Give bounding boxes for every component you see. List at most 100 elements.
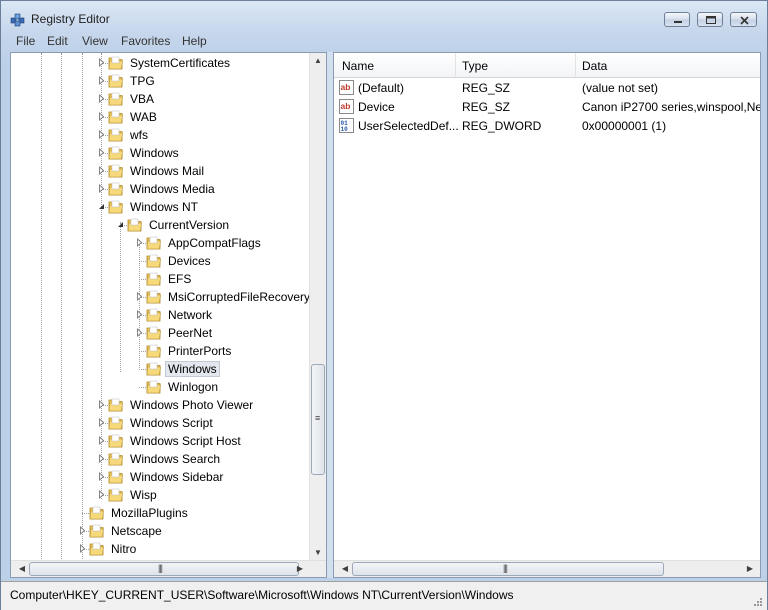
menu-file[interactable]: File [16,34,35,48]
tree-item[interactable]: Windows Photo Viewer [11,396,311,414]
tree-item-label: Netscape [111,524,162,538]
list-horizontal-scroll-thumb[interactable]: ||| [352,562,664,576]
column-header-name[interactable]: Name [342,59,374,73]
tree-item-label: Windows Mail [130,164,205,178]
value-row[interactable]: ab Device REG_SZ Canon iP2700 series,win… [334,97,760,116]
tree-item[interactable]: Wisp [11,486,311,504]
column-header-data[interactable]: Data [582,59,607,73]
folder-icon [146,272,161,286]
tree-item[interactable]: Windows Script [11,414,311,432]
menu-help[interactable]: Help [182,34,207,48]
list-horizontal-scrollbar[interactable]: ◀ ||| ▶ [334,560,760,577]
tree-item[interactable]: PrinterPorts [11,342,311,360]
tree-item[interactable]: EFS [11,270,311,288]
svg-text:ab: ab [341,82,351,92]
collapsed-arrow-icon[interactable] [97,58,106,67]
tree-item-label: Winlogon [168,380,219,394]
value-row[interactable]: 01 10 UserSelectedDef... REG_DWORD 0x000… [334,116,760,135]
tree-vertical-scrollbar[interactable]: ▲ ≡ ▼ [309,53,326,562]
tree-item[interactable]: Windows Mail [11,162,311,180]
collapsed-arrow-icon[interactable] [135,238,144,247]
tree-connector-line [139,261,146,262]
scroll-left-arrow-icon[interactable]: ◀ [14,564,30,573]
collapsed-arrow-icon[interactable] [135,310,144,319]
tree-item[interactable]: Windows Sidebar [11,468,311,486]
tree-horizontal-scrollbar[interactable]: ◀ ||| ▶ [11,560,326,577]
menu-view[interactable]: View [82,34,108,48]
collapsed-arrow-icon[interactable] [97,472,106,481]
tree-item-label: WAB [130,110,157,124]
collapsed-arrow-icon[interactable] [78,526,87,535]
tree-item[interactable]: Windows Script Host [11,432,311,450]
title-bar[interactable]: Registry Editor [1,1,767,33]
tree-item[interactable]: Windows Search [11,450,311,468]
collapsed-arrow-icon[interactable] [78,544,87,553]
tree-item[interactable]: Netscape [11,522,311,540]
folder-icon [108,470,123,484]
tree-item-label: TPG [130,74,155,88]
tree-item[interactable]: CurrentVersion [11,216,311,234]
close-button[interactable] [730,12,757,27]
tree-item[interactable]: Devices [11,252,311,270]
folder-icon [108,56,123,70]
column-header-type[interactable]: Type [462,59,488,73]
value-row[interactable]: ab (Default) REG_SZ (value not set) [334,78,760,97]
tree-item[interactable]: PeerNet [11,324,311,342]
registry-key-tree[interactable]: SystemCertificates TPG VBA WAB wfs Windows Win… [10,52,327,578]
maximize-button[interactable] [697,12,723,27]
value-name: (Default) [358,81,405,95]
tree-item[interactable]: SystemCertificates [11,54,311,72]
collapsed-arrow-icon[interactable] [97,400,106,409]
tree-horizontal-scroll-thumb[interactable]: ||| [29,562,299,576]
collapsed-arrow-icon[interactable] [97,148,106,157]
collapsed-arrow-icon[interactable] [97,112,106,121]
folder-icon [146,326,161,340]
collapsed-arrow-icon[interactable] [135,328,144,337]
column-divider[interactable] [575,53,576,77]
menu-favorites[interactable]: Favorites [121,34,170,48]
tree-item[interactable]: Nitro [11,540,311,558]
window-title: Registry Editor [31,12,110,26]
tree-item[interactable]: Windows [11,144,311,162]
tree-item[interactable]: Windows NT [11,198,311,216]
column-divider[interactable] [455,53,456,77]
tree-item[interactable]: AppCompatFlags [11,234,311,252]
resize-grip-icon[interactable] [753,597,763,607]
tree-item[interactable]: Windows [11,360,311,378]
minimize-button[interactable] [664,12,690,27]
value-name: UserSelectedDef... [358,119,459,133]
menu-edit[interactable]: Edit [47,34,68,48]
expanded-arrow-icon[interactable] [116,220,125,229]
tree-item[interactable]: MsiCorruptedFileRecovery [11,288,311,306]
expanded-arrow-icon[interactable] [97,202,106,211]
collapsed-arrow-icon[interactable] [135,292,144,301]
tree-item[interactable]: TPG [11,72,311,90]
tree-item[interactable]: WAB [11,108,311,126]
scroll-left-arrow-icon[interactable]: ◀ [337,564,353,573]
collapsed-arrow-icon[interactable] [97,130,106,139]
tree-item[interactable]: wfs [11,126,311,144]
tree-item[interactable]: Windows Media [11,180,311,198]
collapsed-arrow-icon[interactable] [97,76,106,85]
collapsed-arrow-icon[interactable] [97,94,106,103]
scroll-right-arrow-icon[interactable]: ▶ [742,564,758,573]
svg-text:10: 10 [341,126,349,133]
collapsed-arrow-icon[interactable] [97,166,106,175]
tree-item-label: PrinterPorts [168,344,232,358]
collapsed-arrow-icon[interactable] [97,436,106,445]
collapsed-arrow-icon[interactable] [97,454,106,463]
tree-vertical-scroll-thumb[interactable]: ≡ [311,364,325,475]
tree-item[interactable]: Network [11,306,311,324]
scroll-right-arrow-icon[interactable]: ▶ [292,564,308,573]
maximize-icon [706,16,716,24]
tree-item[interactable]: MozillaPlugins [11,504,311,522]
collapsed-arrow-icon[interactable] [97,184,106,193]
tree-item[interactable]: Winlogon [11,378,311,396]
registry-values-list[interactable]: Name Type Data ab (Default) REG_SZ (valu… [333,52,761,578]
collapsed-arrow-icon[interactable] [97,418,106,427]
tree-item-label: MozillaPlugins [111,506,188,520]
scroll-up-arrow-icon[interactable]: ▲ [310,56,326,65]
scroll-down-arrow-icon[interactable]: ▼ [310,548,326,557]
tree-item[interactable]: VBA [11,90,311,108]
collapsed-arrow-icon[interactable] [97,490,106,499]
